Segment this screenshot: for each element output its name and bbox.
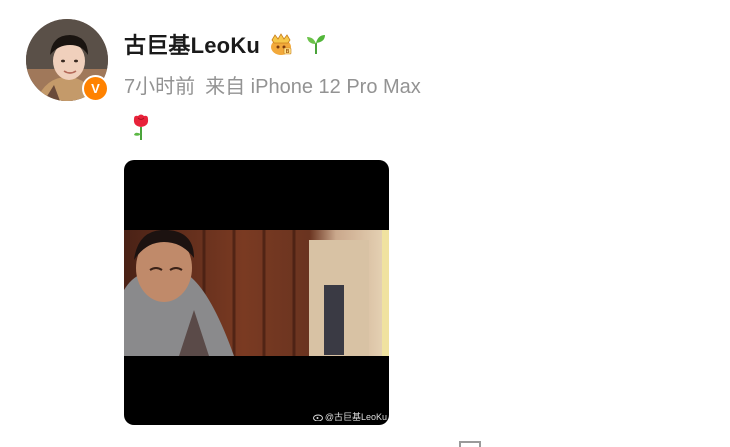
weibo-logo-icon — [312, 414, 323, 421]
watermark-text: @古巨基LeoKu — [324, 412, 387, 422]
video-watermark: @古巨基LeoKu — [312, 410, 387, 423]
gold-badge-icon[interactable]: B — [268, 31, 294, 57]
post-meta: 7小时前 来自 iPhone 12 Pro Max — [124, 70, 421, 99]
video-frame-image — [124, 230, 389, 356]
svg-text:B: B — [286, 49, 290, 55]
weibo-post: V 古巨基LeoKu B 7小时前 来自 iPhone 12 Pro Max @… — [0, 0, 730, 447]
post-video-thumbnail[interactable]: @古巨基LeoKu — [124, 160, 389, 425]
author-name-row: 古巨基LeoKu B — [124, 28, 328, 60]
author-avatar-container[interactable]: V — [26, 19, 109, 102]
post-source: 来自 iPhone 12 Pro Max — [205, 76, 421, 98]
verified-v-icon: V — [82, 75, 109, 102]
sprout-icon[interactable] — [304, 32, 328, 56]
partial-toolbar-icon[interactable] — [459, 441, 481, 447]
post-time[interactable]: 7小时前 — [124, 70, 195, 99]
author-name-link[interactable]: 古巨基LeoKu — [124, 28, 260, 60]
rose-icon — [133, 114, 149, 140]
